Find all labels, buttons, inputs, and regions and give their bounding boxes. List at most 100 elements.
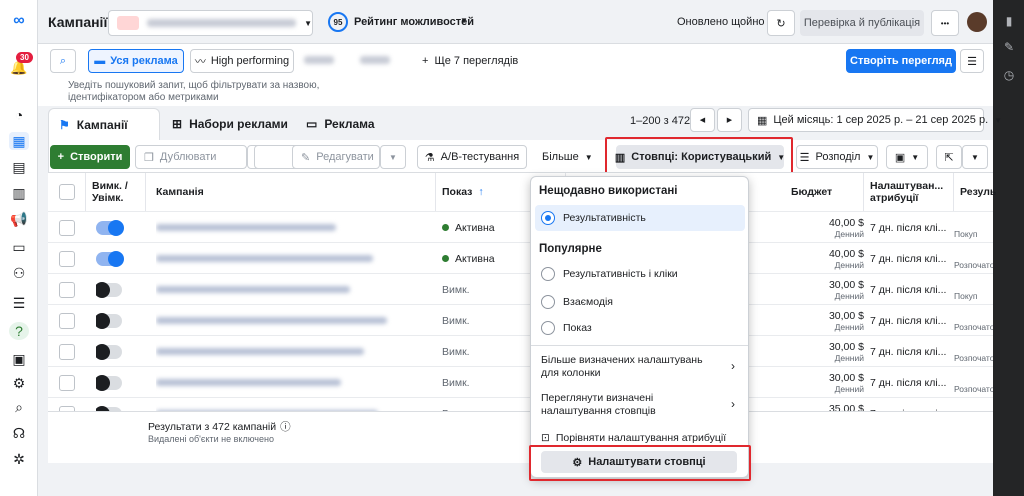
header-attribution[interactable]: Налаштуван... атрибуції (864, 173, 954, 211)
prev-page-button[interactable]: ◀ (690, 108, 715, 132)
edit-menu-button[interactable]: ▼ (380, 145, 406, 169)
row-select[interactable] (48, 305, 86, 336)
view-settings-button[interactable]: ☰ (960, 49, 984, 73)
edit-button[interactable]: ✎ Редагувати (292, 145, 380, 169)
table-row[interactable]: Активна 40,00 $ Денний 7 дн. після клі... Ро… (48, 242, 993, 273)
duplicate-button[interactable]: ❐ Дублювати (135, 145, 247, 169)
view-high-performing[interactable]: 〰 High performing (190, 49, 294, 73)
campaign-name[interactable] (156, 243, 426, 274)
refresh-button[interactable]: ↻ (767, 10, 795, 36)
row-checkbox[interactable] (59, 219, 75, 236)
row-checkbox[interactable] (59, 281, 75, 298)
avatar[interactable] (967, 12, 987, 32)
create-button[interactable]: + Створити (50, 145, 130, 169)
campaign-name[interactable] (156, 274, 426, 305)
history-icon[interactable]: ◷ (999, 66, 1019, 84)
blurred-view-1[interactable] (304, 56, 334, 64)
more-presets-item[interactable]: Більше визначених налаштувань для колонк… (535, 351, 745, 383)
header-budget[interactable]: Бюджет (766, 173, 864, 211)
review-presets-item[interactable]: Переглянути визначені налаштування стовп… (535, 389, 745, 421)
pencil-icon[interactable]: ✎ (999, 38, 1019, 56)
table-row[interactable]: Вимк. 30,00 $ Денний 7 дн. після клі... Поку… (48, 273, 993, 304)
export-menu-button[interactable]: ▼ (962, 145, 988, 169)
date-range-picker[interactable]: ▦ Цей місяць: 1 сер 2025 р. – 21 сер 2025… (748, 108, 1002, 132)
support-icon[interactable]: ☊ (9, 424, 29, 442)
toggle-switch[interactable] (96, 343, 122, 360)
popular-item[interactable]: Взаємодія (535, 289, 745, 315)
search-icon[interactable]: ⌕ (9, 398, 29, 416)
campaign-name[interactable] (156, 212, 426, 243)
reports-menu-button[interactable]: ▣ ▼ (886, 145, 928, 169)
table-row[interactable]: Вимк. 30,00 $ Денний 7 дн. після клі... Розп… (48, 335, 993, 366)
billing-icon[interactable]: ▭ (9, 238, 29, 256)
toggle-switch[interactable] (96, 374, 122, 391)
opportunity-score-label[interactable]: Рейтинг можливостей (354, 16, 474, 28)
table-row[interactable]: Вимк. 30,00 $ Денний 7 дн. після клі... Розп… (48, 366, 993, 397)
row-checkbox[interactable] (59, 250, 75, 267)
search-input[interactable]: Уведіть пошуковий запит, щоб фільтрувати… (68, 80, 368, 104)
toggle-switch[interactable] (96, 219, 124, 236)
breakdown-button[interactable]: ☰ Розподіл ▼ (796, 145, 878, 169)
header-campaign[interactable]: Кампанія (146, 173, 436, 211)
campaign-name[interactable] (156, 367, 426, 398)
tab-campaigns[interactable]: ⚑ Кампанії (48, 108, 160, 140)
tab-ads[interactable]: ▭ Реклама (296, 108, 396, 140)
popular-item[interactable]: Результативність і кліки (535, 261, 745, 287)
review-publish-button[interactable]: Перевірка й публікація (800, 10, 924, 36)
table-row[interactable]: Активна 40,00 $ Денний 7 дн. після клі... По… (48, 211, 993, 242)
create-view-button[interactable]: Створіть перегляд (846, 49, 956, 73)
ab-test-button[interactable]: ⚗ A/B-тестування (417, 145, 527, 169)
campaign-name[interactable] (156, 305, 426, 336)
row-select[interactable] (48, 212, 86, 243)
table-row[interactable]: Вимк. 30,00 $ Денний 7 дн. після клі... Розп… (48, 304, 993, 335)
help-icon[interactable]: ? (9, 322, 29, 340)
more-views-link[interactable]: + Ще 7 переглядів (422, 55, 518, 67)
campaigns-table-icon[interactable]: ▦ (9, 132, 29, 150)
header-toggle[interactable]: Вимк. / Увімк. (86, 173, 146, 211)
view-all-ads[interactable]: ▬ Уся реклама (88, 49, 184, 73)
more-actions-button[interactable]: Більше ▼ (542, 151, 593, 163)
select-all-checkbox[interactable] (58, 184, 75, 200)
row-checkbox[interactable] (59, 374, 75, 391)
menu-icon[interactable]: ☰ (9, 294, 29, 312)
recent-item-performance[interactable]: Результативність (535, 205, 745, 231)
bug-icon[interactable]: ✲ (9, 450, 29, 468)
account-selector[interactable]: ▼ (108, 10, 313, 36)
reports-icon[interactable]: ▥ (9, 184, 29, 202)
header-select-all[interactable] (48, 173, 86, 211)
export-button[interactable]: ⇱ (936, 145, 962, 169)
toggle-switch[interactable] (96, 250, 124, 267)
delivery-toggle[interactable] (96, 243, 136, 274)
next-page-button[interactable]: ▶ (717, 108, 742, 132)
delivery-toggle[interactable] (96, 274, 136, 305)
popular-item[interactable]: Показ (535, 315, 745, 341)
row-checkbox[interactable] (59, 312, 75, 329)
delivery-toggle[interactable] (96, 336, 136, 367)
meta-logo-icon[interactable]: ∞ (9, 12, 29, 30)
search-button[interactable]: ⌕ (50, 49, 76, 73)
delivery-toggle[interactable] (96, 305, 136, 336)
chart-icon[interactable]: ▮ (999, 12, 1019, 30)
row-select[interactable] (48, 243, 86, 274)
score-chevron-icon[interactable]: ▼ (460, 16, 468, 25)
toggle-switch[interactable] (96, 312, 122, 329)
audience-icon[interactable]: ⚇ (9, 264, 29, 282)
campaign-name[interactable] (156, 336, 426, 367)
tab-adsets[interactable]: ⊞ Набори реклами (162, 108, 290, 140)
delivery-toggle[interactable] (96, 367, 136, 398)
pages-icon[interactable]: ▤ (9, 158, 29, 176)
more-options-button[interactable]: ••• (931, 10, 959, 36)
row-select[interactable] (48, 367, 86, 398)
gear-icon[interactable]: ⚙ (9, 374, 29, 392)
row-select[interactable] (48, 274, 86, 305)
delivery-toggle[interactable] (96, 212, 136, 243)
row-checkbox[interactable] (59, 343, 75, 360)
row-select[interactable] (48, 336, 86, 367)
dashboard-icon[interactable]: ◔ (9, 106, 29, 124)
header-results[interactable]: Резуль (954, 173, 996, 211)
info-icon[interactable]: ▣ (9, 350, 29, 368)
megaphone-icon[interactable]: 📢 (9, 210, 29, 228)
blurred-view-2[interactable] (360, 56, 390, 64)
toggle-switch[interactable] (96, 281, 122, 298)
opportunity-score-badge[interactable]: 95 (328, 12, 348, 32)
